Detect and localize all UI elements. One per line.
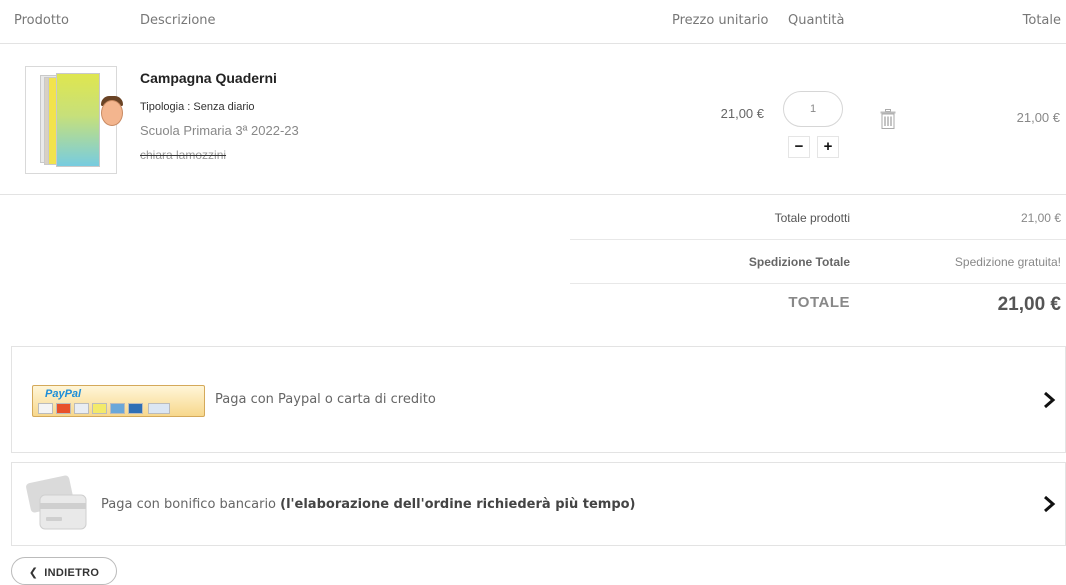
bank-option-label: Paga con bonifico bancario [101, 497, 277, 512]
paypal-wordmark: PayPal [45, 388, 81, 400]
header-product: Prodotto [14, 13, 69, 28]
paypal-logo: PayPal [32, 385, 205, 417]
postepay-icon [74, 403, 89, 414]
paypal-option-text: Paga con Paypal o carta di credito [215, 392, 436, 407]
bank-option-note: (l'elaborazione dell'ordine richiederà p… [280, 497, 636, 512]
increase-quantity-button[interactable]: + [817, 136, 839, 158]
chevron-right-icon [1044, 391, 1056, 409]
chevron-right-icon [1044, 495, 1056, 513]
card-icon [128, 403, 143, 414]
paypal-wordmark-b: Pal [64, 388, 82, 400]
summary-shipping-row: Spedizione Totale Spedizione gratuita! [570, 240, 1066, 284]
cover-illustration [101, 100, 123, 126]
bank-option-text: Paga con bonifico bancario (l'elaborazio… [101, 497, 636, 512]
paypal-wordmark-a: Pay [45, 388, 65, 400]
summary-shipping-label: Spedizione Totale [748, 255, 850, 269]
summary-total-row: TOTALE 21,00 € [570, 284, 1066, 330]
summary-total-label: TOTALE [788, 294, 850, 311]
amex-icon [110, 403, 125, 414]
bank-transfer-icon [148, 403, 170, 414]
cart-table-header: Prodotto Descrizione Prezzo unitario Qua… [0, 0, 1066, 44]
back-button-label: INDIETRO [44, 567, 100, 579]
decrease-quantity-button[interactable]: − [788, 136, 810, 158]
summary-products-value: 21,00 € [1020, 211, 1061, 225]
product-title[interactable]: Campagna Quaderni [140, 70, 277, 86]
bank-card-icon [26, 475, 87, 530]
payment-option-paypal[interactable]: PayPal Paga con Paypal o carta di credit… [11, 346, 1066, 453]
header-quantity: Quantità [788, 13, 845, 28]
header-description: Descrizione [140, 13, 216, 28]
summary-shipping-value: Spedizione gratuita! [954, 255, 1061, 269]
product-school-class: Scuola Primaria 3ª 2022-23 [140, 123, 299, 138]
line-total: 21,00 € [1016, 110, 1060, 125]
header-total: Totale [1022, 13, 1061, 28]
trash-icon[interactable] [880, 109, 896, 129]
product-owner-name: chiara lamozzini [140, 148, 227, 162]
summary-products-label: Totale prodotti [774, 211, 850, 225]
summary-total-value: 21,00 € [997, 294, 1061, 315]
mastercard-icon [56, 403, 71, 414]
header-unit-price: Prezzo unitario [672, 13, 769, 28]
back-button[interactable]: ❮ INDIETRO [11, 557, 117, 585]
card-icon [92, 403, 107, 414]
product-thumbnail[interactable] [25, 66, 123, 174]
summary-products-row: Totale prodotti 21,00 € [570, 196, 1066, 240]
visa-icon [38, 403, 53, 414]
quantity-input[interactable]: 1 [783, 91, 843, 127]
payment-option-bank-transfer[interactable]: Paga con bonifico bancario (l'elaborazio… [11, 462, 1066, 546]
unit-price: 21,00 € [720, 106, 764, 121]
chevron-left-icon: ❮ [28, 567, 39, 579]
notebook-cover-image [56, 73, 123, 167]
cart-item-row: Campagna Quaderni Tipologia : Senza diar… [0, 44, 1066, 195]
product-type: Tipologia : Senza diario [140, 101, 255, 113]
